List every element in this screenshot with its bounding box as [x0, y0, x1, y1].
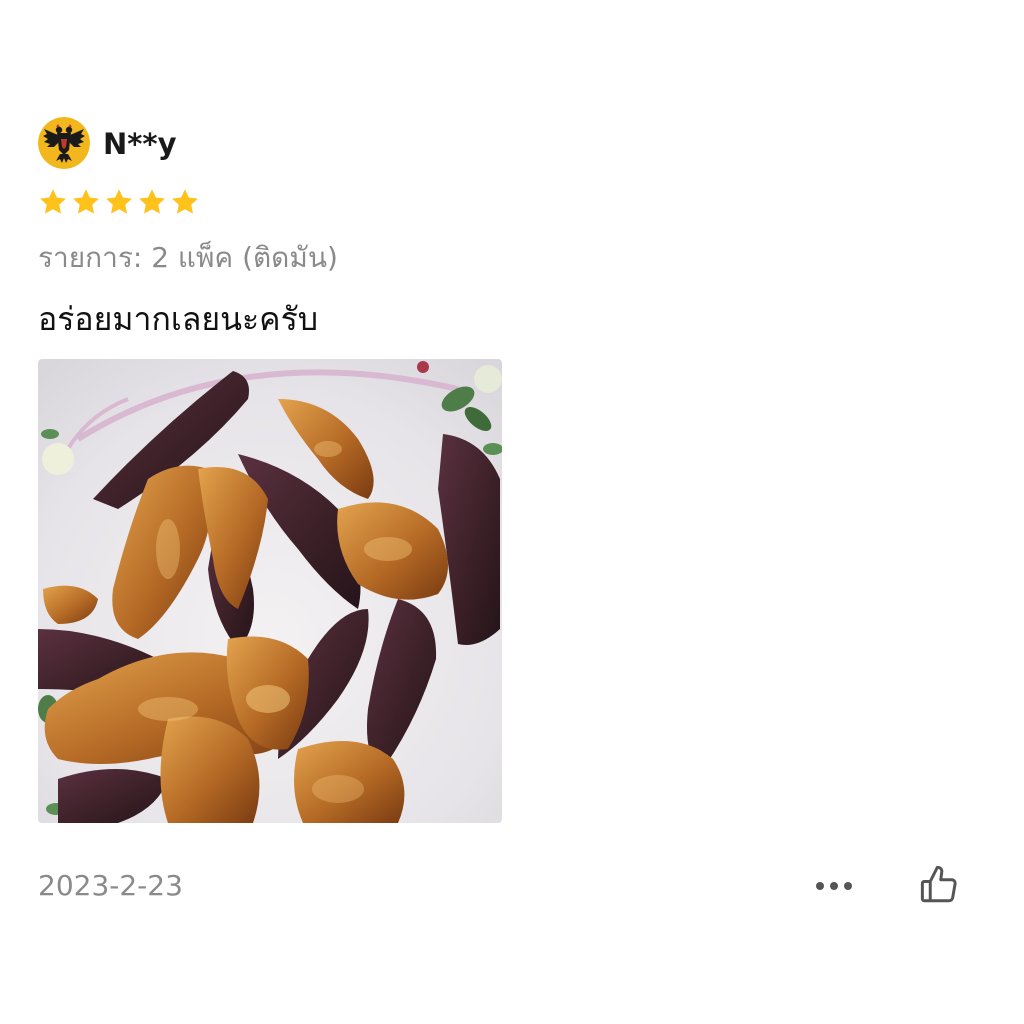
- star-icon: [139, 189, 165, 214]
- review-date: 2023-2-23: [38, 869, 183, 902]
- like-button[interactable]: [914, 860, 964, 910]
- star-icon: [106, 189, 132, 214]
- username: N**y: [103, 127, 177, 161]
- more-options-button[interactable]: [810, 866, 858, 906]
- star-icon: [40, 189, 66, 214]
- purchased-variant: รายการ: 2 แพ็ค (ติดมัน): [38, 241, 338, 274]
- star-rating: [38, 187, 200, 221]
- avatar[interactable]: [38, 117, 90, 169]
- review-photo[interactable]: [38, 359, 502, 823]
- review-comment: อร่อยมากเลยนะครับ: [38, 300, 319, 338]
- star-icon: [172, 189, 198, 214]
- eagle-crest-icon: [38, 117, 90, 169]
- fried-pork-photo: [38, 359, 502, 823]
- more-dots-icon: [816, 882, 852, 890]
- thumbs-up-icon: [920, 866, 957, 903]
- review-card: N**y รายการ: 2 แพ็ค (ติดมัน) อร่อยมากเลย…: [0, 0, 1024, 1024]
- star-icon: [73, 189, 99, 214]
